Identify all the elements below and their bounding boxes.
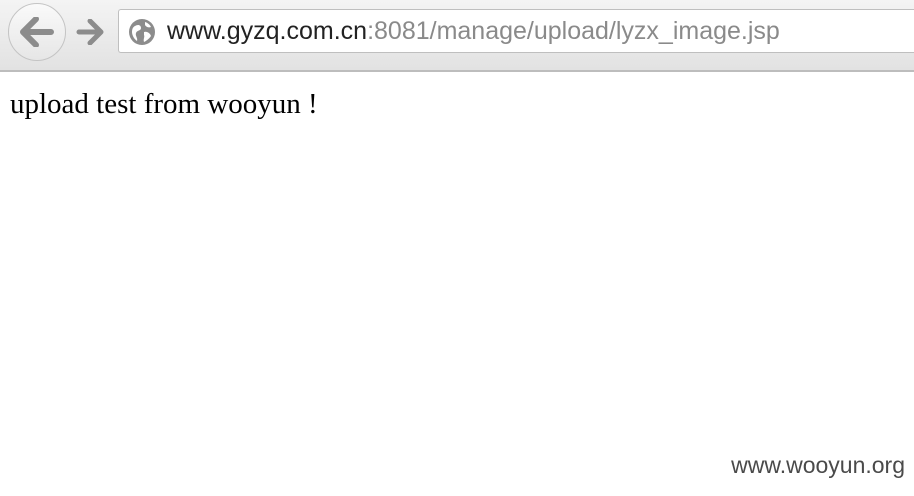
arrow-left-icon (20, 17, 54, 47)
address-path: :8081/manage/upload/lyzx_image.jsp (367, 17, 780, 45)
page-body-text: upload test from wooyun ! (10, 88, 318, 120)
arrow-right-icon (76, 19, 104, 45)
address-text[interactable]: www.gyzq.com.cn:8081/manage/upload/lyzx_… (167, 10, 780, 52)
browser-toolbar: www.gyzq.com.cn:8081/manage/upload/lyzx_… (0, 0, 914, 72)
back-button[interactable] (8, 3, 66, 61)
globe-icon (129, 19, 155, 45)
address-bar[interactable]: www.gyzq.com.cn:8081/manage/upload/lyzx_… (118, 9, 914, 53)
watermark-text: www.wooyun.org (731, 452, 905, 478)
address-host: www.gyzq.com.cn (167, 17, 368, 45)
forward-button[interactable] (70, 12, 110, 52)
